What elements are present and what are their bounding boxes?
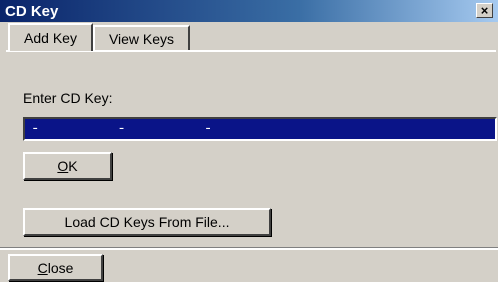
close-button[interactable]: Close: [8, 254, 103, 281]
tab-add-key-label: Add Key: [24, 30, 77, 46]
cd-key-input[interactable]: [23, 117, 497, 141]
tab-view-keys-label: View Keys: [108, 30, 175, 47]
load-cd-keys-label: Load CD Keys From File...: [64, 214, 230, 230]
cd-key-dialog: CD Key × Add Key View Keys Enter CD Key:…: [0, 0, 498, 282]
tab-view-keys[interactable]: View Keys: [93, 25, 190, 50]
tab-add-key[interactable]: Add Key: [8, 23, 93, 51]
close-icon: ×: [480, 3, 489, 18]
cd-key-label: Enter CD Key:: [23, 90, 113, 106]
ok-label-rest: K: [68, 158, 78, 174]
footer-divider: [0, 247, 498, 250]
ok-mnemonic: O: [57, 158, 69, 174]
ok-button[interactable]: OK: [23, 152, 112, 180]
load-cd-keys-button[interactable]: Load CD Keys From File...: [23, 208, 271, 236]
title-bar[interactable]: CD Key ×: [0, 0, 498, 22]
window-title: CD Key: [5, 3, 59, 20]
close-mnemonic: C: [37, 259, 48, 276]
close-label-rest: lose: [47, 259, 74, 276]
close-window-button[interactable]: ×: [476, 3, 493, 18]
